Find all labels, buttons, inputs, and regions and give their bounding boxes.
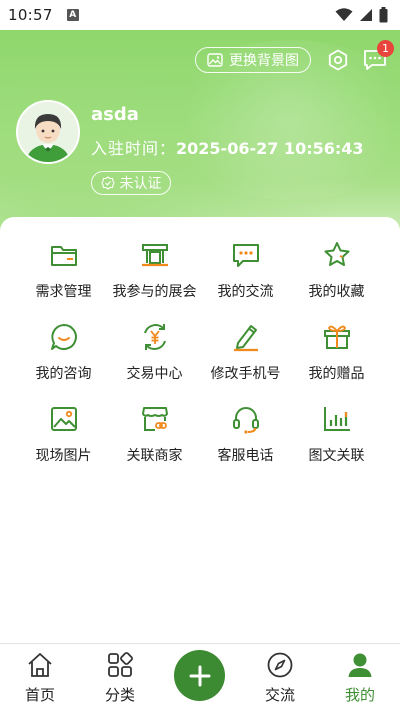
chat-icon <box>232 244 259 267</box>
category-icon <box>108 652 133 677</box>
nav-item-mine[interactable]: 我的 <box>330 650 390 705</box>
grid-item-my-consultation[interactable]: 我的咨询 <box>18 321 109 383</box>
grid-item-label: 图文关联 <box>308 448 365 464</box>
shop-link-icon <box>141 407 168 431</box>
nav-item-category[interactable]: 分类 <box>90 650 150 705</box>
notification-icon: A <box>66 9 79 21</box>
grid-item-my-exchange[interactable]: 我的交流 <box>200 239 291 301</box>
signal-icon <box>360 9 372 21</box>
grid-item-label: 我参与的展会 <box>112 284 197 300</box>
status-bar: 10:57 A <box>0 0 400 30</box>
plus-icon <box>189 665 210 686</box>
bar-chart-icon <box>323 407 350 431</box>
nav-item-home[interactable]: 首页 <box>10 650 70 705</box>
avatar[interactable] <box>16 100 80 164</box>
nav-label-mine: 我的 <box>344 686 375 704</box>
verified-icon <box>100 176 115 190</box>
nav-label-category: 分类 <box>104 686 135 704</box>
bottom-nav: 首页 分类 交流 我的 <box>0 643 400 711</box>
function-grid: 需求管理 我参与的展会 我的交流 我的收藏 我的咨询 交易中心 修改手机号 我的… <box>18 239 382 465</box>
grid-item-my-gifts[interactable]: 我的赠品 <box>291 321 382 383</box>
avatar-image <box>18 102 78 162</box>
grid-item-label: 需求管理 <box>35 284 92 300</box>
join-time: 入驻时间：2025-06-27 10:56:43 <box>91 135 364 159</box>
grid-item-demand-management[interactable]: 需求管理 <box>18 239 109 301</box>
headset-icon <box>232 407 259 434</box>
nav-label-home: 首页 <box>24 686 55 704</box>
username: asda <box>91 104 139 125</box>
pencil-icon <box>233 325 258 352</box>
compass-icon <box>267 652 293 678</box>
join-time-label: 入驻时间： <box>91 139 177 158</box>
battery-icon <box>379 7 388 23</box>
verification-label: 未认证 <box>119 176 162 192</box>
grid-item-label: 我的收藏 <box>308 284 365 300</box>
change-background-label: 更换背景图 <box>229 53 299 69</box>
grid-item-label: 修改手机号 <box>210 366 281 382</box>
user-icon <box>348 653 372 677</box>
home-icon <box>28 653 52 677</box>
grid-item-change-phone[interactable]: 修改手机号 <box>200 321 291 383</box>
join-time-value: 2025-06-27 10:56:43 <box>176 139 364 158</box>
verification-badge[interactable]: 未认证 <box>91 171 171 195</box>
grid-item-linked-merchants[interactable]: 关联商家 <box>109 403 200 465</box>
image-icon <box>50 407 77 431</box>
image-icon <box>207 53 223 67</box>
nav-item-exchange[interactable]: 交流 <box>250 650 310 705</box>
yuan-icon <box>143 324 166 350</box>
status-indicators <box>335 7 388 23</box>
profile-header: 更换背景图 1 asda 入驻时间：2025-06-27 10:56:43 未认… <box>0 30 400 230</box>
message-badge: 1 <box>377 40 394 57</box>
folder-icon <box>50 246 77 266</box>
nav-label-exchange: 交流 <box>264 686 295 704</box>
star-icon <box>324 242 349 266</box>
change-background-button[interactable]: 更换背景图 <box>195 47 311 73</box>
publish-plus-button[interactable] <box>174 650 225 701</box>
settings-icon[interactable] <box>326 48 350 72</box>
grid-item-graphic-link[interactable]: 图文关联 <box>291 403 382 465</box>
grid-item-label: 交易中心 <box>126 366 183 382</box>
grid-item-my-favorites[interactable]: 我的收藏 <box>291 239 382 301</box>
grid-item-label: 现场图片 <box>35 448 92 464</box>
grid-item-label: 我的交流 <box>217 284 274 300</box>
status-time: 10:57 <box>8 6 53 24</box>
grid-item-label: 客服电话 <box>217 448 274 464</box>
function-panel: 需求管理 我参与的展会 我的交流 我的收藏 我的咨询 交易中心 修改手机号 我的… <box>0 217 400 643</box>
grid-item-service-phone[interactable]: 客服电话 <box>200 403 291 465</box>
grid-item-my-exhibitions[interactable]: 我参与的展会 <box>109 239 200 301</box>
gift-icon <box>323 325 350 349</box>
grid-item-label: 我的咨询 <box>35 366 92 382</box>
grid-item-label: 关联商家 <box>126 448 183 464</box>
grid-item-site-photos[interactable]: 现场图片 <box>18 403 109 465</box>
grid-item-trade-center[interactable]: 交易中心 <box>109 321 200 383</box>
grid-item-label: 我的赠品 <box>308 366 365 382</box>
wifi-icon <box>335 8 353 21</box>
consult-icon <box>50 324 77 350</box>
booth-icon <box>141 244 168 267</box>
